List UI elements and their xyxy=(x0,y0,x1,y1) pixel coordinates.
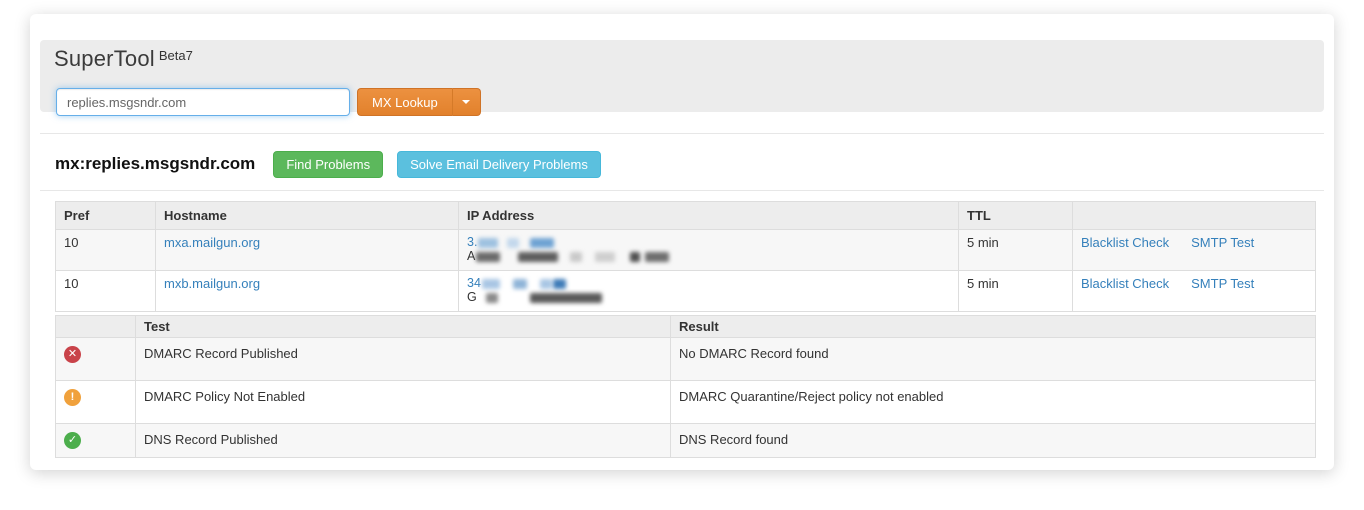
result-header: mx:replies.msgsndr.com Find Problems Sol… xyxy=(55,150,601,178)
table-row: 10 mxb.mailgun.org 34 G 5 min Blacklist … xyxy=(55,270,1316,312)
asn-redacted: G xyxy=(467,290,950,304)
test-result: No DMARC Record found xyxy=(670,337,1316,381)
table-row: ✕ DMARC Record Published No DMARC Record… xyxy=(55,337,1316,381)
col-header-actions xyxy=(1072,201,1316,230)
query-title: mx:replies.msgsndr.com xyxy=(55,154,256,173)
ttl-cell: 5 min xyxy=(958,270,1073,312)
divider xyxy=(40,133,1324,134)
check-icon: ✓ xyxy=(64,432,81,449)
ttl-cell: 5 min xyxy=(958,229,1073,271)
col-header-pref: Pref xyxy=(55,201,156,230)
col-header-test: Test xyxy=(135,315,671,338)
test-result: DNS Record found xyxy=(670,423,1316,458)
mx-lookup-button[interactable]: MX Lookup xyxy=(357,88,452,116)
ip-cell: 34 G xyxy=(458,270,959,312)
mx-records-table: Pref Hostname IP Address TTL 10 mxa.mail… xyxy=(55,201,1316,312)
smtp-test-link[interactable]: SMTP Test xyxy=(1191,276,1254,291)
col-header-ttl: TTL xyxy=(958,201,1073,230)
domain-input[interactable] xyxy=(56,88,350,116)
error-icon: ✕ xyxy=(64,346,81,363)
tool-panel: SuperToolBeta7 MX Lookup xyxy=(40,40,1324,116)
divider xyxy=(40,190,1324,191)
test-name: DMARC Policy Not Enabled xyxy=(135,380,671,424)
supertool-card: SuperToolBeta7 MX Lookup mx:replies.msgs… xyxy=(30,14,1334,470)
chevron-down-icon xyxy=(462,100,471,104)
lookup-type-dropdown[interactable] xyxy=(451,88,481,116)
pref-cell: 10 xyxy=(55,229,156,271)
blacklist-check-link[interactable]: Blacklist Check xyxy=(1081,235,1169,250)
app-title: SuperTool xyxy=(54,46,155,71)
test-name: DMARC Record Published xyxy=(135,337,671,381)
test-name: DNS Record Published xyxy=(135,423,671,458)
solve-email-delivery-button[interactable]: Solve Email Delivery Problems xyxy=(397,150,601,178)
col-header-ip: IP Address xyxy=(458,201,959,230)
ip-address-redacted[interactable]: 3. xyxy=(467,235,950,249)
test-table-header-row: Test Result xyxy=(55,315,1316,338)
table-row: ✓ DNS Record Published DNS Record found xyxy=(55,423,1316,458)
asn-redacted: A xyxy=(467,249,950,263)
beta-badge: Beta7 xyxy=(158,47,193,63)
ip-cell: 3. A xyxy=(458,229,959,271)
warning-icon: ! xyxy=(64,389,81,406)
table-row: ! DMARC Policy Not Enabled DMARC Quarant… xyxy=(55,380,1316,424)
find-problems-button[interactable]: Find Problems xyxy=(273,150,384,178)
mx-table-header-row: Pref Hostname IP Address TTL xyxy=(55,201,1316,230)
page-title: SuperTool Beta7 xyxy=(54,46,1310,72)
blacklist-check-link[interactable]: Blacklist Check xyxy=(1081,276,1169,291)
test-result: DMARC Quarantine/Reject policy not enabl… xyxy=(670,380,1316,424)
col-header-hostname: Hostname xyxy=(155,201,459,230)
pref-cell: 10 xyxy=(55,270,156,312)
ip-address-redacted[interactable]: 34 xyxy=(467,276,950,290)
col-header-result: Result xyxy=(670,315,1316,338)
lookup-button-group: MX Lookup xyxy=(357,88,481,116)
smtp-test-link[interactable]: SMTP Test xyxy=(1191,235,1254,250)
hostname-link[interactable]: mxb.mailgun.org xyxy=(164,276,260,291)
hostname-link[interactable]: mxa.mailgun.org xyxy=(164,235,260,250)
col-header-status xyxy=(55,315,136,338)
lookup-row: MX Lookup xyxy=(56,88,481,116)
table-row: 10 mxa.mailgun.org 3. A 5 min Blacklist … xyxy=(55,229,1316,271)
dmarc-tests-table: Test Result ✕ DMARC Record Published No … xyxy=(55,315,1316,458)
